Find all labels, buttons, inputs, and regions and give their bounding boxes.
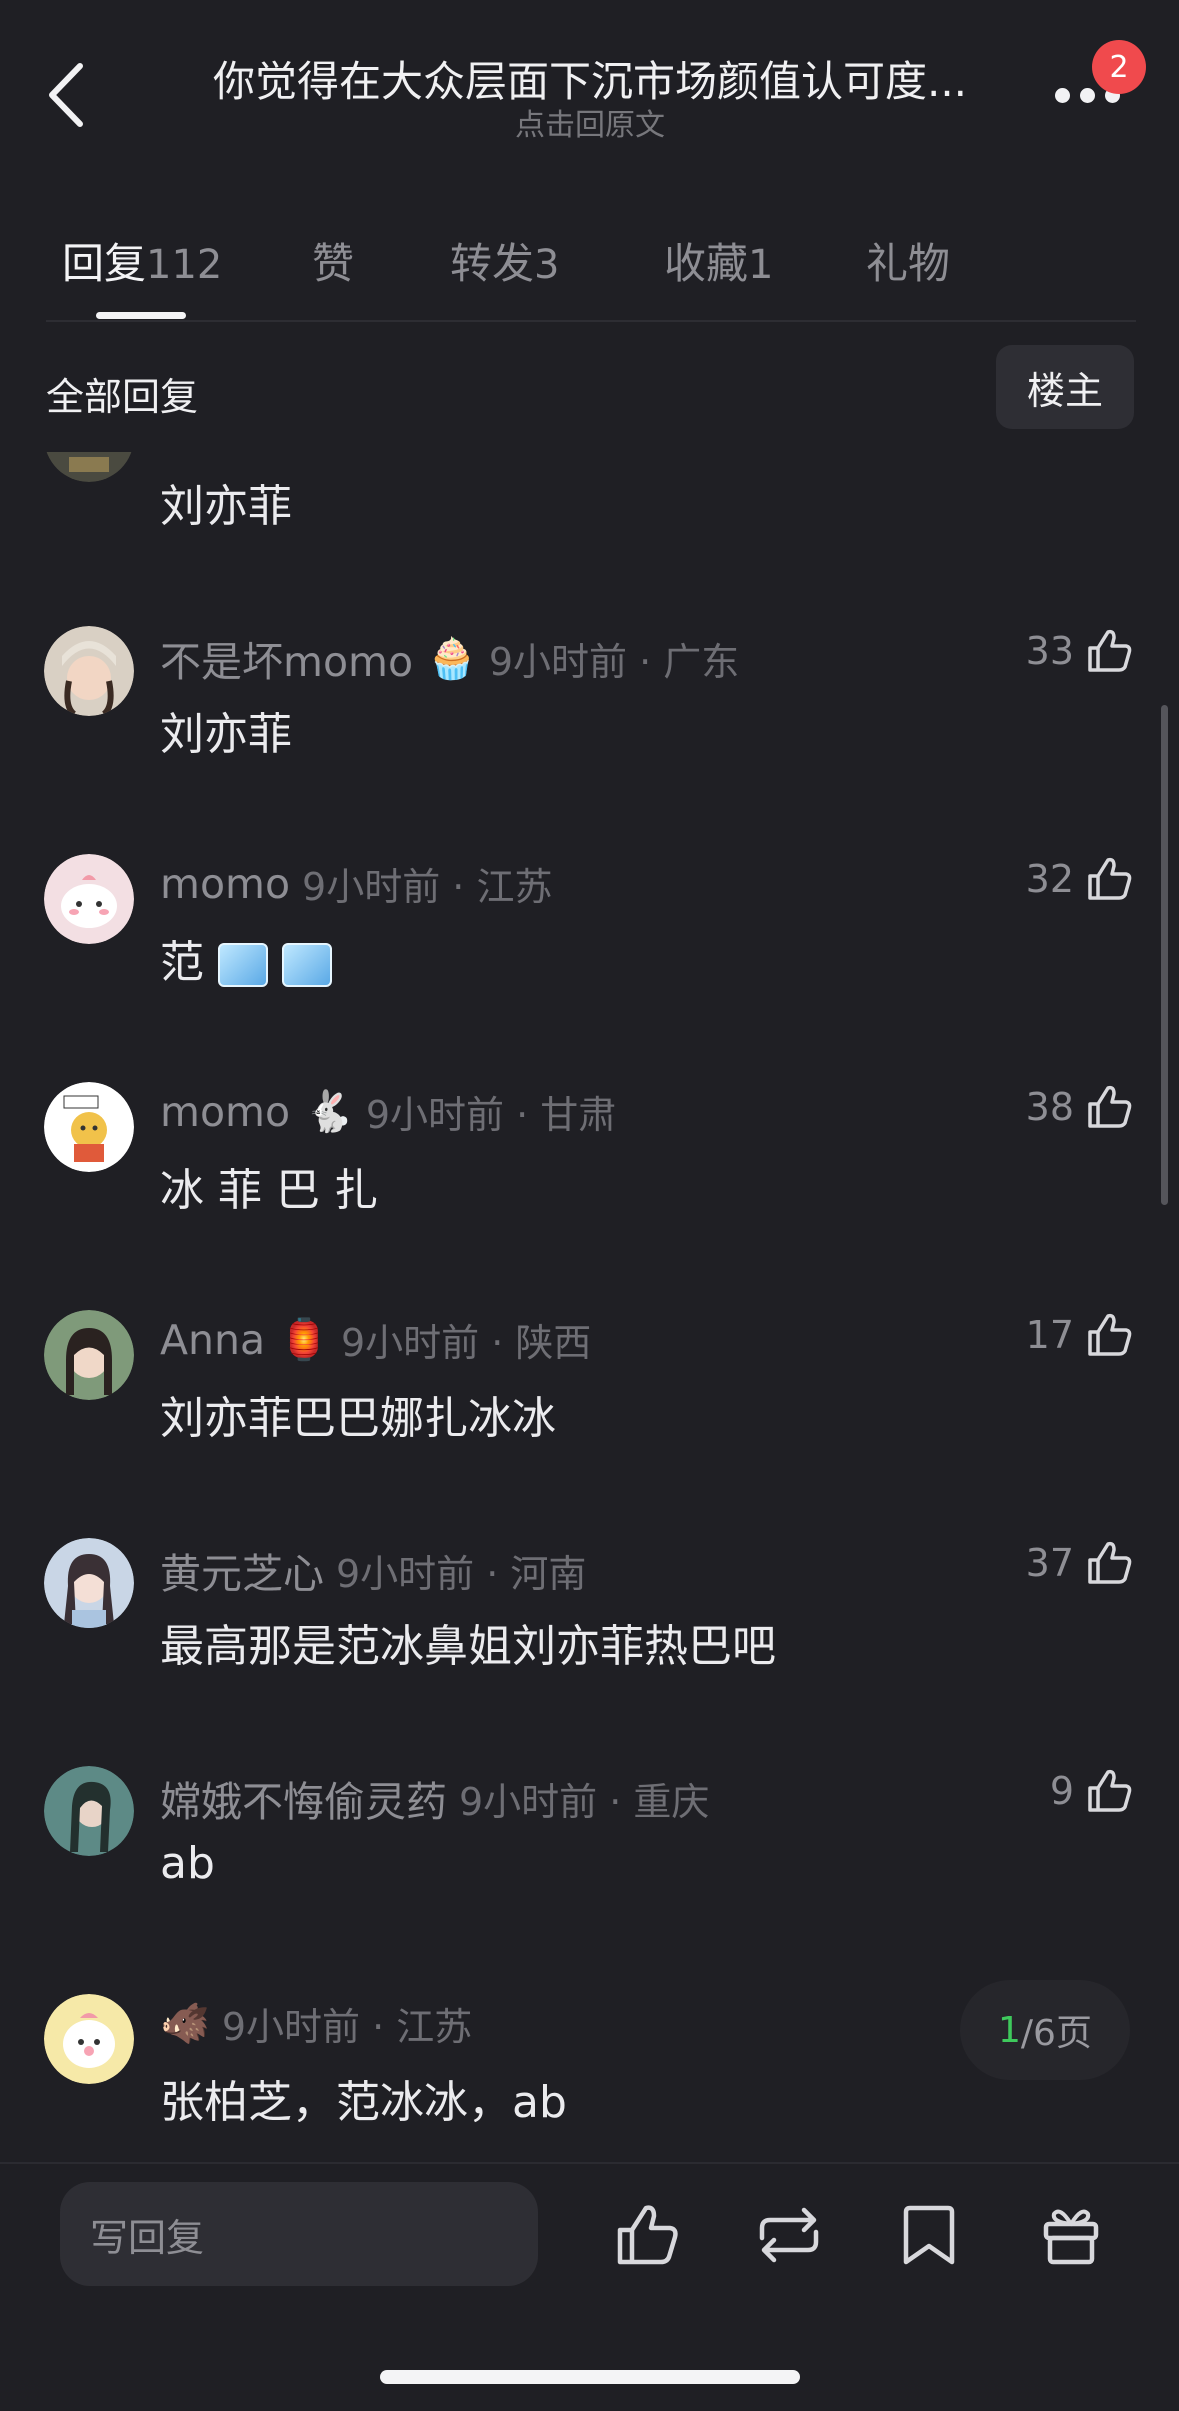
tab-replies[interactable]: 回复112 [62,230,222,291]
comment-meta: 嫦娥不悔偷灵药 9小时前 · 重庆 [160,1768,709,1828]
comment-content: 最高那是范冰鼻姐刘亦菲热巴吧 [160,1621,776,1672]
like-button[interactable]: 32 [934,854,1134,904]
owner-only-button[interactable]: 楼主 [996,345,1134,429]
tab-count: 1 [748,242,774,288]
thumbs-up-icon [1088,1769,1132,1812]
comment-content: 刘亦菲 [160,481,292,532]
repost-icon[interactable] [754,2200,824,2270]
section-title: 全部回复 [46,375,199,419]
comment-content: 冰 菲 巴 扎 [160,1165,378,1216]
ice-cube-icon [218,943,268,987]
gift-icon[interactable] [1036,2200,1106,2270]
avatar[interactable] [44,1994,134,2084]
tab-count: 3 [534,242,560,288]
thumbs-up-icon [1088,1313,1132,1356]
avatar[interactable] [44,1538,134,1628]
username[interactable]: Anna [160,1316,265,1364]
comment-meta: 黄元芝心 9小时前 · 河南 [160,1540,586,1600]
username[interactable]: 黄元芝心 [160,1540,324,1600]
avatar[interactable] [44,1766,134,1856]
comment-meta: momo 9小时前 · 江苏 [160,856,552,911]
boar-icon: 🐗 [160,2001,210,2047]
avatar[interactable] [44,626,134,716]
active-tab-indicator [96,312,186,319]
comment-content: 刘亦菲 [160,709,292,760]
tab-gifts[interactable]: 礼物 [866,230,950,291]
tab-count: 112 [146,242,223,288]
username[interactable]: 嫦娥不悔偷灵药 [160,1768,447,1828]
comment-time-location: 9小时前 · 陕西 [340,1321,592,1365]
tab-label: 回复 [62,239,147,288]
tab-label: 收藏 [664,239,749,288]
back-to-original-link[interactable]: 点击回原文 [160,100,1020,144]
like-button[interactable]: 38 [934,1082,1134,1132]
ice-cube-icon [282,943,332,987]
comment-time-location: 9小时前 · 广东 [488,639,740,684]
cupcake-icon: 🧁 [427,635,477,682]
reply-input[interactable]: 写回复 [60,2182,538,2286]
comment-time-location: 9小时前 · 重庆 [459,1779,710,1824]
comment-time-location: 9小时前 · 江苏 [221,2005,473,2049]
tab-reposts[interactable]: 转发3 [450,230,559,291]
comment-meta: 🐗 9小时前 · 江苏 [160,1996,472,2051]
like-count: 32 [1025,857,1074,901]
avatar[interactable] [44,854,134,944]
lantern-icon: 🏮 [279,1317,329,1363]
comment-time-location: 9小时前 · 江苏 [302,865,553,909]
tab-label: 赞 [312,239,355,288]
thumbs-up-icon[interactable] [612,2200,682,2270]
current-page: 1 [998,2009,1021,2051]
page-indicator[interactable]: 1/6页 [960,1980,1130,2080]
comment-content: ab [160,1838,215,1889]
home-indicator [380,2370,800,2384]
notification-badge: 2 [1092,40,1146,94]
bookmark-icon[interactable] [894,2200,964,2270]
like-button[interactable]: 17 [934,1310,1134,1360]
comment-text: 范 [160,937,204,988]
back-icon[interactable] [44,60,94,130]
tab-likes[interactable]: 赞 [312,230,354,291]
like-button[interactable]: 9 [934,1766,1134,1816]
comment-time-location: 9小时前 · 甘肃 [365,1093,617,1137]
username[interactable]: momo [160,860,290,908]
thumbs-up-icon [1088,1541,1132,1584]
like-button[interactable]: 37 [934,1538,1134,1588]
thumbs-up-icon [1088,629,1132,672]
tab-favorites[interactable]: 收藏1 [664,230,773,291]
avatar[interactable] [44,1082,134,1172]
comment-content: 张柏芝，范冰冰，ab [160,2077,567,2128]
thumbs-up-icon [1088,857,1132,900]
tab-label: 礼物 [866,239,951,288]
avatar[interactable] [44,1310,134,1400]
like-count: 37 [1025,1541,1074,1585]
thumbs-up-icon [1088,1085,1132,1128]
rabbit-icon: 🐇 [304,1089,354,1135]
scrollbar[interactable] [1161,705,1168,1205]
comment-content: 刘亦菲巴巴娜扎冰冰 [160,1393,556,1444]
username[interactable]: 不是坏momo [160,628,413,688]
like-count: 17 [1025,1313,1074,1357]
comment-meta: momo 🐇 9小时前 · 甘肃 [160,1084,616,1139]
comment-time-location: 9小时前 · 河南 [336,1551,587,1596]
like-count: 33 [1025,629,1074,673]
tab-label: 转发 [450,239,535,288]
like-count: 9 [1049,1769,1074,1813]
like-button[interactable]: 33 [934,626,1134,676]
total-pages: /6页 [1020,2013,1092,2054]
comment-meta: 不是坏momo 🧁 9小时前 · 广东 [160,628,739,688]
comment-content: 范 [160,926,332,990]
comment-meta: Anna 🏮 9小时前 · 陕西 [160,1312,591,1367]
username[interactable]: momo [160,1088,290,1136]
tabs-divider [46,320,1136,322]
like-count: 38 [1025,1085,1074,1129]
